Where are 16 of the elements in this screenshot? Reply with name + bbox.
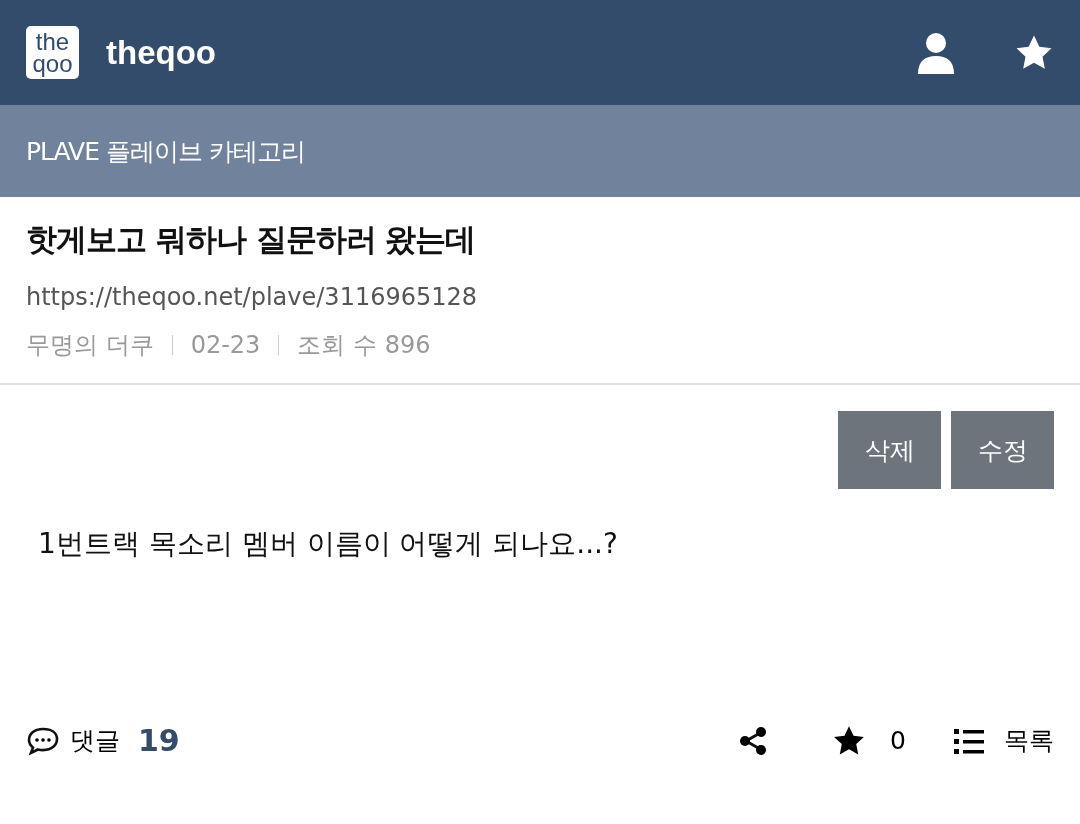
site-name[interactable]: theqoo [106, 33, 216, 72]
star-count: 0 [890, 726, 906, 755]
post-body: 1번트랙 목소리 멤버 이름이 어떻게 되나요...? [37, 526, 619, 562]
action-button[interactable]: 삭제 [838, 411, 941, 489]
comment-count: 19 [138, 723, 180, 758]
list-link[interactable]: 목록 [1004, 724, 1054, 757]
post-url[interactable]: https://theqoo.net/plave/3116965128 [26, 283, 1054, 311]
category-bar[interactable]: PLAVE 플레이브 카테고리 [0, 105, 1080, 197]
comments-label[interactable]: 댓글 [70, 724, 120, 757]
meta-text: 조회 수 896 [297, 330, 431, 361]
action-button[interactable]: 수정 [951, 411, 1054, 489]
meta-text: 무명의 더쿠 [26, 330, 154, 361]
meta-text: 02-23 [190, 331, 261, 359]
user-icon[interactable] [916, 31, 956, 74]
post-title: 핫게보고 뭐하나 질문하러 왔는데 [26, 220, 477, 259]
logo[interactable]: the qoo [26, 26, 79, 79]
